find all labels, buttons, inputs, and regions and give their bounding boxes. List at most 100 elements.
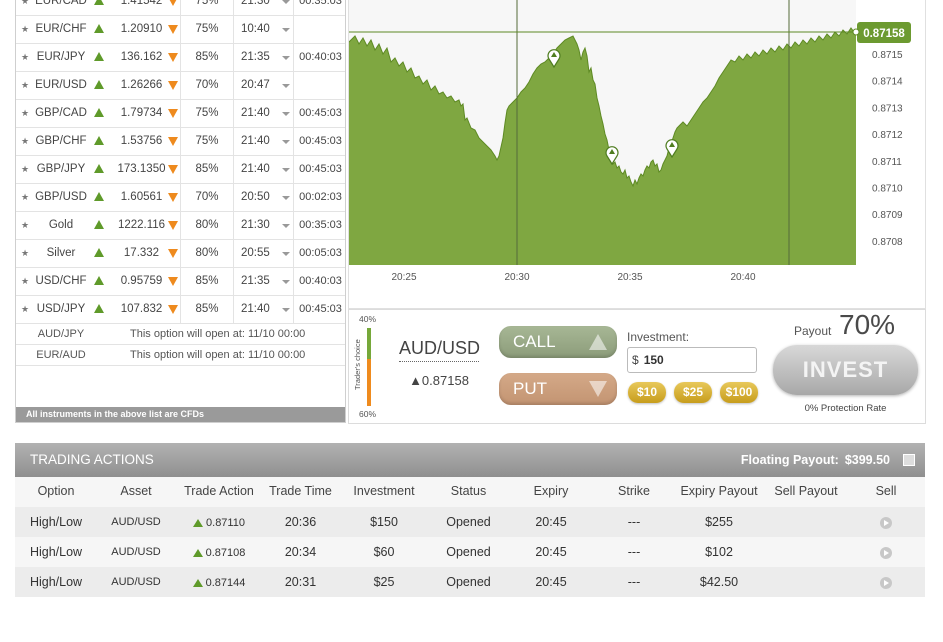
- asset-row[interactable]: ★ USD/CHF 0.95759 85% 21:35 00:40:03: [16, 268, 345, 296]
- call-arrow-icon[interactable]: [93, 128, 105, 155]
- put-arrow-icon[interactable]: [167, 44, 179, 71]
- call-arrow-icon[interactable]: [93, 0, 105, 15]
- x-tick-label: 20:30: [504, 272, 529, 283]
- divider: [233, 16, 234, 43]
- star-icon[interactable]: ★: [20, 296, 30, 323]
- sell-cell: [847, 567, 925, 597]
- asset-row[interactable]: ★ EUR/CHF 1.20910 75% 10:40: [16, 16, 345, 44]
- star-icon[interactable]: ★: [20, 44, 30, 71]
- asset-row[interactable]: ★ GBP/CAD 1.79734 75% 21:40 00:45:03: [16, 100, 345, 128]
- star-icon[interactable]: ★: [20, 72, 30, 99]
- star-icon[interactable]: ★: [20, 240, 30, 267]
- call-arrow-icon[interactable]: [93, 296, 105, 323]
- asset-price: 1222.116: [117, 219, 166, 231]
- put-arrow-icon[interactable]: [167, 0, 179, 15]
- star-icon[interactable]: ★: [20, 212, 30, 239]
- divider: [233, 212, 234, 239]
- asset-name: GBP/JPY: [36, 163, 86, 175]
- divider: [293, 0, 294, 15]
- expiry-select[interactable]: 21:35: [241, 44, 301, 71]
- expiry-select[interactable]: 21:40: [241, 296, 301, 323]
- asset-row[interactable]: ★ EUR/CAD 1.41542 75% 21:30 00:35:03: [16, 0, 345, 16]
- selected-asset-price: ▲0.87158: [409, 373, 469, 388]
- call-arrow-icon[interactable]: [93, 16, 105, 43]
- chip-25-button[interactable]: $25: [674, 382, 712, 403]
- column-header: Strike: [618, 484, 650, 498]
- asset-row[interactable]: ★ EUR/JPY 136.162 85% 21:35 00:40:03: [16, 44, 345, 72]
- arrow-up-icon: [192, 549, 203, 557]
- expiry-select[interactable]: 21:30: [241, 212, 301, 239]
- put-arrow-icon[interactable]: [167, 100, 179, 127]
- star-icon[interactable]: ★: [20, 156, 30, 183]
- star-icon[interactable]: ★: [20, 184, 30, 211]
- price-chart[interactable]: 0.8715 0.8714 0.8713 0.8712 0.8711 0.8710 0.87…: [348, 0, 926, 309]
- play-icon[interactable]: [880, 576, 892, 589]
- put-arrow-icon[interactable]: [167, 240, 179, 267]
- expiry-select[interactable]: 21:35: [241, 268, 301, 295]
- play-icon[interactable]: [880, 546, 892, 559]
- put-arrow-icon[interactable]: [167, 128, 179, 155]
- expiry-select[interactable]: 20:47: [241, 72, 301, 99]
- star-icon[interactable]: ★: [20, 128, 30, 155]
- call-arrow-icon[interactable]: [93, 240, 105, 267]
- asset-row[interactable]: ★ EUR/USD 1.26266 70% 20:47: [16, 72, 345, 100]
- asset-name: EUR/JPY: [36, 51, 86, 63]
- expiry-select[interactable]: 21:40: [241, 128, 301, 155]
- put-arrow-icon[interactable]: [167, 212, 179, 239]
- call-button[interactable]: CALL: [499, 326, 617, 358]
- expiry-select[interactable]: 21:40: [241, 156, 301, 183]
- expiry-select[interactable]: 20:55: [241, 240, 301, 267]
- call-arrow-icon[interactable]: [93, 184, 105, 211]
- asset-price: 1.20910: [120, 23, 163, 35]
- asset-payout: 85%: [195, 163, 219, 175]
- play-icon[interactable]: [880, 516, 892, 529]
- time-remaining: 00:45:03: [299, 163, 342, 175]
- floating-payout: Floating Payout: $399.50: [741, 443, 890, 477]
- call-arrow-icon[interactable]: [93, 44, 105, 71]
- asset-name: GBP/CAD: [35, 107, 87, 119]
- selected-asset-name[interactable]: AUD/USD: [399, 338, 480, 362]
- divider: [180, 128, 181, 155]
- chip-10-button[interactable]: $10: [628, 382, 666, 403]
- protection-rate: 0% Protection Rate: [804, 403, 887, 414]
- asset-payout: 80%: [195, 219, 219, 231]
- star-icon[interactable]: ★: [20, 16, 30, 43]
- invest-button[interactable]: INVEST: [773, 345, 918, 395]
- call-arrow-icon[interactable]: [93, 268, 105, 295]
- asset-row[interactable]: ★ USD/JPY 107.832 85% 21:40 00:45:03: [16, 296, 345, 324]
- trade-action: 0.87108: [175, 537, 263, 568]
- call-arrow-icon[interactable]: [93, 212, 105, 239]
- cell-strike: ---: [627, 545, 641, 559]
- investment-input[interactable]: $150: [627, 347, 757, 373]
- expiry-select[interactable]: 20:50: [241, 184, 301, 211]
- asset-name: USD/JPY: [36, 303, 86, 315]
- call-arrow-icon[interactable]: [93, 100, 105, 127]
- put-arrow-icon[interactable]: [167, 296, 179, 323]
- y-tick-label: 0.8711: [872, 157, 902, 168]
- cell-time: 20:36: [284, 515, 317, 529]
- put-arrow-icon[interactable]: [167, 184, 179, 211]
- asset-row[interactable]: ★ GBP/CHF 1.53756 75% 21:40 00:45:03: [16, 128, 345, 156]
- star-icon[interactable]: ★: [20, 0, 30, 15]
- put-arrow-icon[interactable]: [167, 16, 179, 43]
- time-remaining: [296, 72, 345, 99]
- divider: [293, 44, 294, 71]
- put-arrow-icon[interactable]: [167, 268, 179, 295]
- star-icon[interactable]: ★: [20, 100, 30, 127]
- expiry-select[interactable]: 21:40: [241, 100, 301, 127]
- put-button[interactable]: PUT: [499, 373, 617, 405]
- collapse-icon[interactable]: [903, 454, 915, 466]
- asset-row[interactable]: ★ GBP/JPY 173.1350 85% 21:40 00:45:03: [16, 156, 345, 184]
- star-icon[interactable]: ★: [20, 268, 30, 295]
- divider: [293, 128, 294, 155]
- asset-row[interactable]: ★ Silver 17.332 80% 20:55 00:05:03: [16, 240, 345, 268]
- put-arrow-icon[interactable]: [167, 72, 179, 99]
- expiry-select[interactable]: 21:30: [241, 0, 301, 15]
- chip-100-button[interactable]: $100: [720, 382, 758, 403]
- asset-row[interactable]: ★ Gold 1222.116 80% 21:30 00:35:03: [16, 212, 345, 240]
- put-arrow-icon[interactable]: [167, 156, 179, 183]
- call-arrow-icon[interactable]: [93, 72, 105, 99]
- expiry-select[interactable]: 10:40: [241, 16, 301, 43]
- asset-row[interactable]: ★ GBP/USD 1.60561 70% 20:50 00:02:03: [16, 184, 345, 212]
- call-arrow-icon[interactable]: [93, 156, 105, 183]
